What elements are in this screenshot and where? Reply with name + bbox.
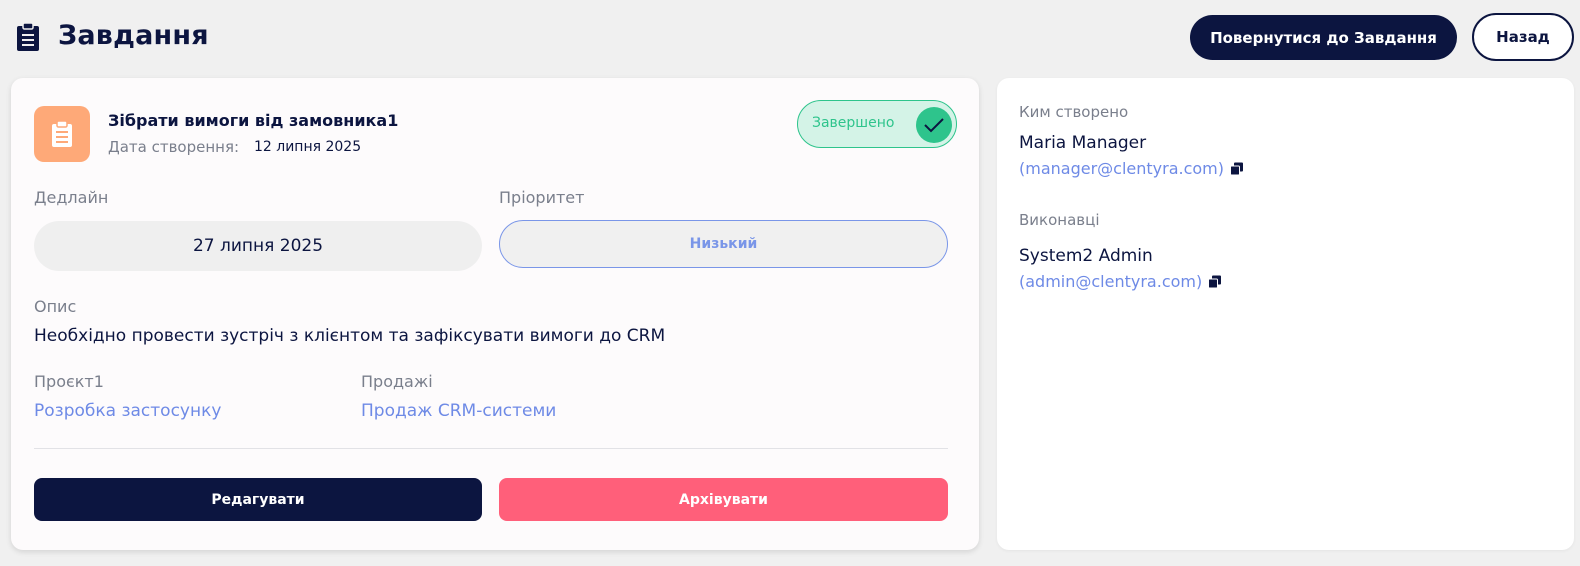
created-by-name: Maria Manager (1019, 133, 1147, 153)
clipboard-icon (17, 22, 39, 51)
return-to-task-button[interactable]: Повернутися до Завдання (1190, 15, 1457, 60)
priority-select[interactable]: Низький (499, 220, 948, 268)
assignees-label: Виконавці (1019, 211, 1100, 229)
clipboard-icon (52, 120, 72, 147)
project-link[interactable]: Розробка застосунку (34, 401, 221, 421)
task-meta-card: Ким створено Maria Manager (manager@clen… (997, 78, 1574, 550)
deadline-field[interactable]: 27 липня 2025 (34, 221, 482, 271)
task-title: Зібрати вимоги від замовника1 (108, 111, 399, 130)
description-value: Необхідно провести зустріч з клієнтом та… (34, 326, 666, 346)
created-by-email[interactable]: (manager@clentyra.com) (1019, 159, 1224, 178)
check-icon (924, 118, 944, 133)
task-icon-box (34, 106, 90, 162)
edit-button[interactable]: Редагувати (34, 478, 482, 521)
archive-button[interactable]: Архівувати (499, 478, 948, 521)
divider (34, 448, 948, 449)
status-label: Завершено (812, 115, 895, 131)
page-header: Завдання Повернутися до Завдання Назад (0, 0, 1580, 78)
created-date-value: 12 липня 2025 (254, 139, 362, 155)
status-toggle[interactable]: Завершено (797, 100, 957, 148)
task-details-card: Зібрати вимоги від замовника1 Дата створ… (11, 78, 979, 550)
sales-link[interactable]: Продаж CRM-системи (361, 401, 556, 421)
page-title: Завдання (58, 20, 209, 51)
created-by-email-row: (manager@clentyra.com) (1019, 159, 1244, 178)
deadline-label: Дедлайн (34, 188, 109, 207)
copy-icon[interactable] (1208, 275, 1222, 289)
created-date-label: Дата створення: (108, 138, 240, 156)
back-button[interactable]: Назад (1472, 13, 1574, 61)
created-by-label: Ким створено (1019, 103, 1129, 121)
copy-icon[interactable] (1230, 162, 1244, 176)
description-label: Опис (34, 297, 77, 316)
assignee-email-row: (admin@clentyra.com) (1019, 272, 1222, 291)
sales-label: Продажі (361, 372, 433, 391)
assignee-name: System2 Admin (1019, 246, 1153, 266)
status-knob (916, 107, 952, 143)
assignee-email[interactable]: (admin@clentyra.com) (1019, 272, 1202, 291)
project-label: Проєкт1 (34, 372, 104, 391)
task-page: Завдання Повернутися до Завдання Назад З… (0, 0, 1580, 566)
priority-label: Пріоритет (499, 188, 585, 207)
